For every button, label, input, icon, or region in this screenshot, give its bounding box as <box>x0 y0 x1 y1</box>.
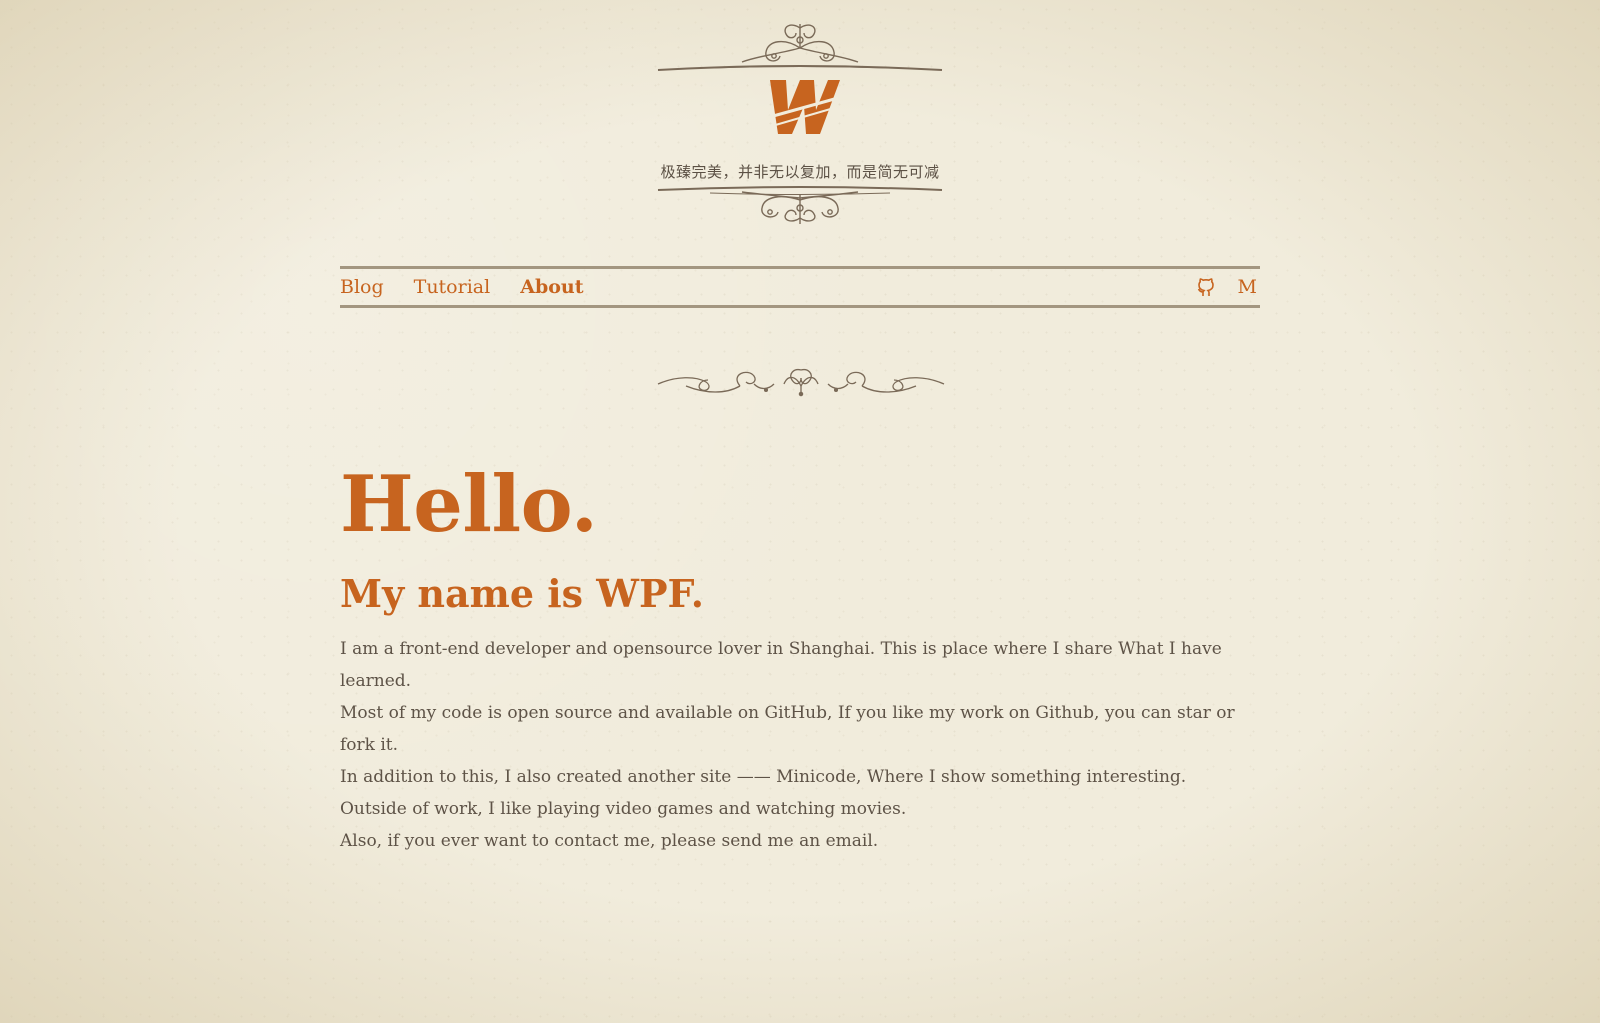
logo-w-icon <box>765 80 840 134</box>
page: 极臻完美，并非无以复加，而是简无可减 Blog Tutorial About M <box>0 0 1600 1023</box>
divider-flourish-icon <box>657 368 945 397</box>
about-paragraph: Also, if you ever want to contact me, pl… <box>340 831 879 851</box>
nav-links: Blog Tutorial About <box>340 269 584 305</box>
about-paragraphs: I am a front-end developer and opensourc… <box>340 633 1260 857</box>
medium-icon[interactable]: M <box>1238 276 1257 298</box>
nav-link-blog[interactable]: Blog <box>340 276 384 298</box>
about-content: Hello. My name is WPF. I am a front-end … <box>340 455 1260 857</box>
site-tagline: 极臻完美，并非无以复加，而是简无可减 <box>660 163 940 181</box>
nav-social-links: M <box>1196 269 1257 305</box>
page-title: Hello. <box>340 459 598 550</box>
site-header: 极臻完美，并非无以复加，而是简无可减 <box>650 18 950 228</box>
about-paragraph: Outside of work, I like playing video ga… <box>340 799 907 819</box>
about-paragraph: I am a front-end developer and opensourc… <box>340 639 1222 691</box>
about-paragraph: Most of my code is open source and avail… <box>340 703 1235 755</box>
nav-link-about[interactable]: About <box>520 276 583 298</box>
github-icon-glyph <box>1197 278 1214 296</box>
main-nav: Blog Tutorial About M <box>340 266 1260 308</box>
header-ornament <box>657 24 943 224</box>
about-paragraph: In addition to this, I also created anot… <box>340 767 1187 787</box>
nav-link-tutorial[interactable]: Tutorial <box>414 276 491 298</box>
github-icon[interactable] <box>1196 276 1216 298</box>
page-subtitle: My name is WPF. <box>340 571 704 616</box>
